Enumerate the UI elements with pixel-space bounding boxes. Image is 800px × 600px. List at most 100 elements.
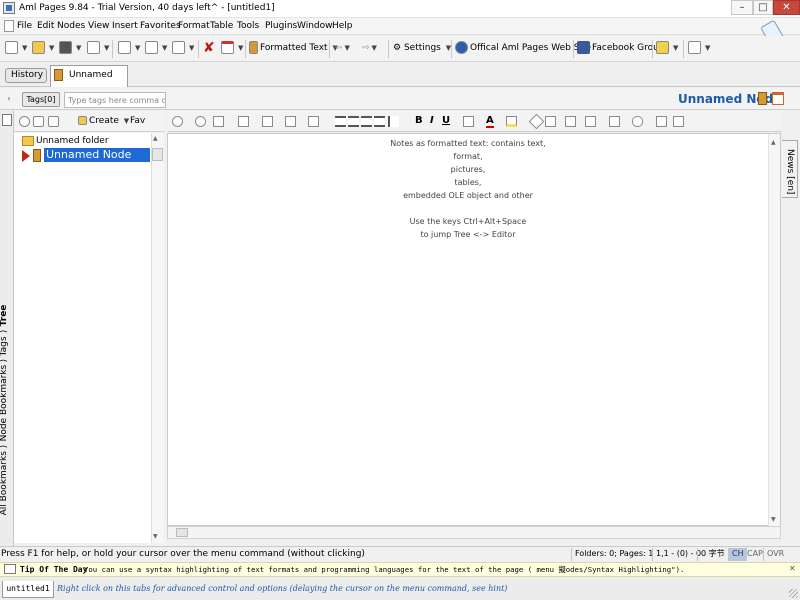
maximize-button[interactable]: □ [753,0,773,15]
hr-icon[interactable] [585,116,596,127]
nav-back-icon[interactable] [19,116,30,127]
cut-button[interactable]: ▼ [118,41,140,55]
back-arrow-icon[interactable]: ‹ [3,93,15,105]
justify-icon[interactable] [374,116,385,127]
menu-tools[interactable]: Tools [237,21,259,31]
editor-vertical-scrollbar[interactable] [768,134,780,526]
list-icon[interactable] [656,116,667,127]
help-button[interactable]: ▼ [656,41,678,55]
editor-line: Notes as formatted text: contains text, [390,139,546,148]
scroll-down-icon[interactable]: ▼ [771,516,776,523]
calendar-icon[interactable] [772,92,784,105]
back-button[interactable]: ⇦ ▼ [335,41,350,55]
print-button[interactable]: ▼ [87,41,109,55]
align-right-icon[interactable] [361,116,372,127]
bold-button[interactable]: B [415,115,423,126]
copy-icon[interactable] [238,116,249,127]
menu-format[interactable]: Format [178,21,210,31]
copy-button[interactable]: ▼ [145,41,167,55]
status-bytes: 0 字节 [697,548,728,561]
menu-favorites[interactable]: Favorites [140,21,181,31]
tree-scrollbar[interactable] [151,133,164,543]
tree-scroll-thumb[interactable] [152,148,163,161]
highlight-icon[interactable] [506,116,517,127]
tree-folder-item[interactable]: Unnamed folder [36,136,109,146]
web-site-button[interactable]: Offical Aml Pages Web Site [455,41,591,55]
tab-tree[interactable]: Tree [0,305,9,327]
italic-button[interactable]: I [430,115,434,126]
document-icon[interactable] [4,20,14,32]
history-button[interactable]: History [5,68,47,83]
undo-icon[interactable] [172,116,183,127]
text-box-icon[interactable] [673,116,684,127]
favorites-button[interactable]: Fav [130,116,145,126]
tab-node-bookmarks[interactable]: Node Bookmarks [0,365,9,442]
resize-grip[interactable] [789,589,798,598]
menu-plugins[interactable]: Plugins [265,21,297,31]
paste-icon[interactable] [262,116,273,127]
find-icon[interactable] [308,116,319,127]
menu-edit[interactable]: Edit [37,21,54,31]
delete-button[interactable]: ✘ [203,41,215,55]
menu-help[interactable]: Help [332,21,353,31]
menu-window[interactable]: Window [297,21,333,31]
menu-nodes[interactable]: Nodes [57,21,85,31]
facebook-label: Facebook Group [592,43,665,53]
tree-panel [14,133,164,543]
redo-icon[interactable] [195,116,206,127]
cut-icon[interactable] [213,116,224,127]
paste-button[interactable]: ▼ [172,41,194,55]
app-icon[interactable] [3,2,15,14]
link-icon[interactable] [632,116,643,127]
menu-insert[interactable]: Insert [112,21,138,31]
status-ovr-indicator: OVR [763,548,787,561]
tip-icon[interactable] [4,564,16,574]
tags-input[interactable] [64,92,166,108]
find-icon[interactable] [48,116,59,127]
tab-untitled1[interactable]: untitled1 [2,581,54,598]
tree-node-item[interactable]: Unnamed Node [44,148,150,162]
tags-button[interactable]: Tags[0] [22,92,60,107]
panel-toggle-icon[interactable] [2,114,12,126]
align-left-icon[interactable] [335,116,346,127]
open-button[interactable]: ▼ [32,41,54,55]
line-spacing-icon[interactable] [388,116,399,127]
tab-tags[interactable]: Tags [0,336,9,356]
forward-button[interactable]: ⇨ ▼ [362,41,377,55]
table-icon[interactable] [565,116,576,127]
horizontal-scroll-thumb[interactable] [176,528,188,537]
tab-all-bookmarks[interactable]: All Bookmarks [0,451,9,515]
align-center-icon[interactable] [348,116,359,127]
font-icon[interactable] [463,116,474,127]
brush-icon[interactable] [545,116,556,127]
copy-icon [145,41,158,54]
formatted-text-button[interactable]: Formatted Text ▼ [249,41,338,55]
bookmark-icon[interactable] [609,116,620,127]
editor-line: to jump Tree <-> Editor [420,230,516,239]
settings-button[interactable]: ⚙ Settings ▼ [393,41,451,55]
panel-button[interactable]: ▼ [688,41,710,55]
save-button[interactable]: ▼ [59,41,81,55]
scroll-down-icon[interactable]: ▼ [153,533,158,540]
calendar-button[interactable]: ▼ [221,41,243,55]
separator [329,40,330,58]
scroll-up-icon[interactable]: ▲ [771,139,776,146]
font-color-button[interactable]: A [486,115,494,128]
tip-close-icon[interactable]: ✕ [789,564,796,573]
favorites-label: Fav [130,116,146,126]
menu-table[interactable]: Table [210,21,233,31]
menu-view[interactable]: View [88,21,109,31]
format-painter-icon[interactable] [285,116,296,127]
news-tab[interactable]: News [en] [782,140,798,198]
editor-horizontal-scrollbar[interactable] [167,526,781,539]
underline-button[interactable]: U [442,115,450,126]
settings-icon: ⚙ [393,43,402,53]
scroll-up-icon[interactable]: ▲ [153,135,158,142]
menu-file[interactable]: File [17,21,32,31]
minimize-button[interactable]: – [731,0,753,15]
nav-menu-icon[interactable] [33,116,44,127]
window-title: Aml Pages 9.84 - Trial Version, 40 days … [19,3,275,13]
close-button[interactable]: ✕ [773,0,800,15]
new-button[interactable]: ▼ [5,41,27,55]
create-button[interactable]: Create ▼ [78,116,129,126]
